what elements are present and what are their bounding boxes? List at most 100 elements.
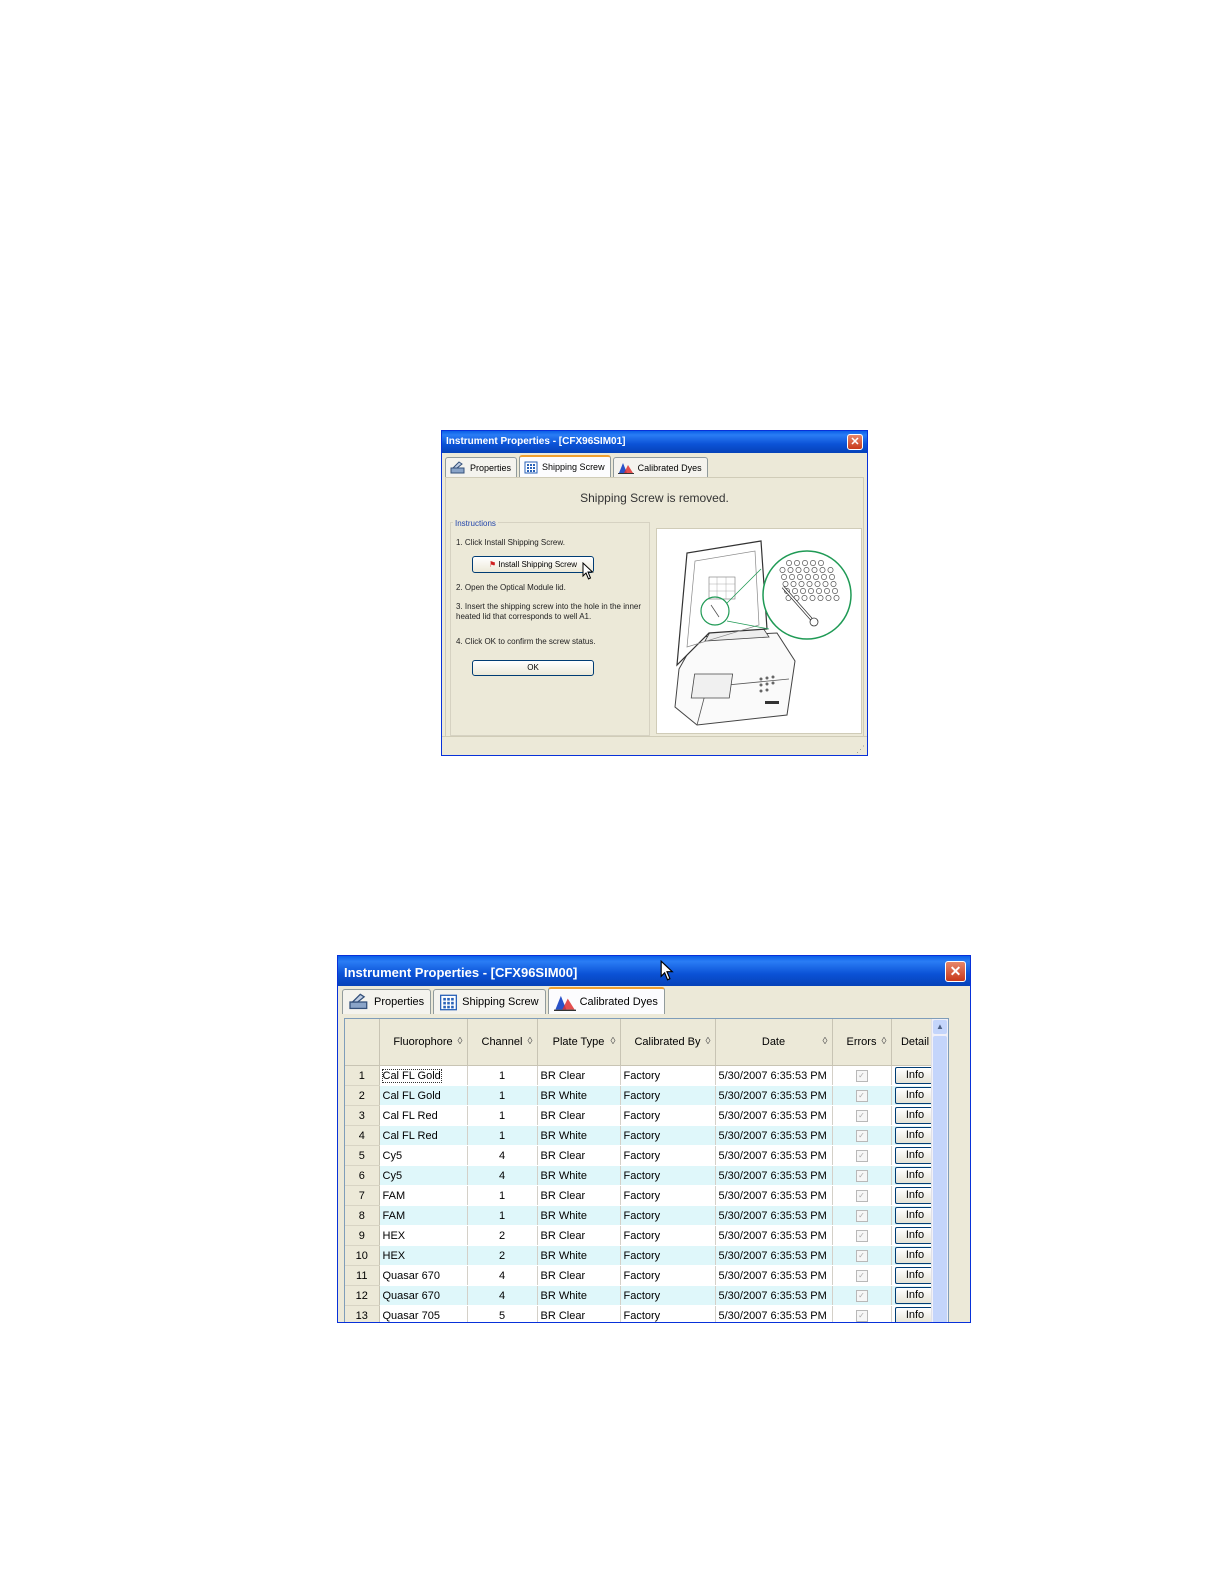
info-button[interactable]: Info	[894, 1167, 936, 1184]
fluorophore-cell[interactable]: Quasar 705	[379, 1305, 468, 1322]
calibrated-by-cell[interactable]: Factory	[620, 1265, 716, 1286]
row-number[interactable]: 6	[345, 1165, 380, 1186]
info-button[interactable]: Info	[894, 1087, 936, 1104]
info-button[interactable]: Info	[894, 1267, 936, 1284]
install-shipping-screw-button[interactable]: ⚑ Install Shipping Screw	[472, 556, 594, 573]
sort-icon[interactable]: ◊	[458, 1036, 463, 1047]
row-number[interactable]: 12	[345, 1285, 380, 1306]
plate-type-cell[interactable]: BR White	[537, 1205, 621, 1226]
date-cell[interactable]: 5/30/2007 6:35:53 PM	[715, 1185, 833, 1206]
plate-type-cell[interactable]: BR Clear	[537, 1265, 621, 1286]
title-bar[interactable]: Instrument Properties - [CFX96SIM00] ✕	[338, 956, 970, 986]
tab-shipping-screw[interactable]: Shipping Screw	[519, 455, 611, 477]
date-cell[interactable]: 5/30/2007 6:35:53 PM	[715, 1105, 833, 1126]
column-header-plate-type[interactable]: Plate Type ◊	[537, 1019, 621, 1066]
channel-cell[interactable]: 1	[467, 1085, 538, 1106]
info-button[interactable]: Info	[894, 1207, 936, 1224]
calibrated-by-cell[interactable]: Factory	[620, 1245, 716, 1266]
date-cell[interactable]: 5/30/2007 6:35:53 PM	[715, 1245, 833, 1266]
date-cell[interactable]: 5/30/2007 6:35:53 PM	[715, 1125, 833, 1146]
date-cell[interactable]: 5/30/2007 6:35:53 PM	[715, 1225, 833, 1246]
calibrated-by-cell[interactable]: Factory	[620, 1105, 716, 1126]
vertical-scrollbar[interactable]: ▲	[931, 1019, 948, 1322]
title-bar[interactable]: Instrument Properties - [CFX96SIM01] ✕	[442, 431, 867, 453]
row-number[interactable]: 7	[345, 1185, 380, 1206]
channel-cell[interactable]: 4	[467, 1145, 538, 1166]
calibrated-by-cell[interactable]: Factory	[620, 1065, 716, 1086]
channel-cell[interactable]: 1	[467, 1125, 538, 1146]
row-number[interactable]: 5	[345, 1145, 380, 1166]
plate-type-cell[interactable]: BR Clear	[537, 1185, 621, 1206]
row-number[interactable]: 10	[345, 1245, 380, 1266]
info-button[interactable]: Info	[894, 1307, 936, 1322]
channel-cell[interactable]: 4	[467, 1265, 538, 1286]
table-row[interactable]: 9 HEX 2 BR Clear Factory 5/30/2007 6:35:53 PM…	[345, 1225, 940, 1246]
fluorophore-cell[interactable]: Cal FL Red	[379, 1125, 468, 1146]
sort-icon[interactable]: ◊	[528, 1036, 533, 1047]
plate-type-cell[interactable]: BR White	[537, 1085, 621, 1106]
fluorophore-cell[interactable]: Cal FL Gold	[379, 1065, 468, 1086]
table-row[interactable]: 1 Cal FL Gold 1 BR Clear Factory 5/30/2007 6:…	[345, 1065, 940, 1086]
calibrated-by-cell[interactable]: Factory	[620, 1225, 716, 1246]
channel-cell[interactable]: 1	[467, 1065, 538, 1086]
table-row[interactable]: 6 Cy5 4 BR White Factory 5/30/2007 6:35:53 PM…	[345, 1165, 940, 1186]
table-row[interactable]: 2 Cal FL Gold 1 BR White Factory 5/30/2007 6:…	[345, 1085, 940, 1106]
sort-icon[interactable]: ◊	[882, 1036, 887, 1047]
fluorophore-cell[interactable]: FAM	[379, 1205, 468, 1226]
date-cell[interactable]: 5/30/2007 6:35:53 PM	[715, 1065, 833, 1086]
ok-button[interactable]: OK	[472, 660, 594, 676]
date-cell[interactable]: 5/30/2007 6:35:53 PM	[715, 1285, 833, 1306]
close-button[interactable]: ✕	[945, 961, 966, 982]
channel-cell[interactable]: 1	[467, 1185, 538, 1206]
column-header-fluorophore[interactable]: Fluorophore ◊	[379, 1019, 468, 1066]
plate-type-cell[interactable]: BR White	[537, 1125, 621, 1146]
plate-type-cell[interactable]: BR White	[537, 1245, 621, 1266]
table-row[interactable]: 12 Quasar 670 4 BR White Factory 5/30/2007 6:…	[345, 1285, 940, 1306]
row-number[interactable]: 3	[345, 1105, 380, 1126]
date-cell[interactable]: 5/30/2007 6:35:53 PM	[715, 1205, 833, 1226]
tab-properties[interactable]: Properties	[445, 457, 518, 477]
date-cell[interactable]: 5/30/2007 6:35:53 PM	[715, 1165, 833, 1186]
calibrated-by-cell[interactable]: Factory	[620, 1185, 716, 1206]
fluorophore-cell[interactable]: Cy5	[379, 1145, 468, 1166]
calibrated-by-cell[interactable]: Factory	[620, 1085, 716, 1106]
calibrated-by-cell[interactable]: Factory	[620, 1305, 716, 1322]
row-number[interactable]: 8	[345, 1205, 380, 1226]
fluorophore-cell[interactable]: HEX	[379, 1245, 468, 1266]
sort-icon[interactable]: ◊	[611, 1036, 616, 1047]
channel-cell[interactable]: 1	[467, 1105, 538, 1126]
info-button[interactable]: Info	[894, 1107, 936, 1124]
sort-icon[interactable]: ◊	[706, 1036, 711, 1047]
plate-type-cell[interactable]: BR Clear	[537, 1145, 621, 1166]
close-button[interactable]: ✕	[847, 434, 863, 450]
fluorophore-cell[interactable]: Cal FL Red	[379, 1105, 468, 1126]
column-header-calibrated-by[interactable]: Calibrated By ◊	[620, 1019, 716, 1066]
calibrated-by-cell[interactable]: Factory	[620, 1125, 716, 1146]
row-number[interactable]: 4	[345, 1125, 380, 1146]
plate-type-cell[interactable]: BR Clear	[537, 1305, 621, 1322]
tab-properties[interactable]: Properties	[342, 989, 432, 1014]
fluorophore-cell[interactable]: Quasar 670	[379, 1265, 468, 1286]
date-cell[interactable]: 5/30/2007 6:35:53 PM	[715, 1145, 833, 1166]
column-header-channel[interactable]: Channel ◊	[467, 1019, 538, 1066]
channel-cell[interactable]: 2	[467, 1225, 538, 1246]
table-row[interactable]: 11 Quasar 670 4 BR Clear Factory 5/30/2007 6:…	[345, 1265, 940, 1286]
table-row[interactable]: 3 Cal FL Red 1 BR Clear Factory 5/30/2007 6:3…	[345, 1105, 940, 1126]
tab-calibrated-dyes[interactable]: Calibrated Dyes	[612, 457, 708, 477]
table-row[interactable]: 5 Cy5 4 BR Clear Factory 5/30/2007 6:35:53 PM…	[345, 1145, 940, 1166]
table-row[interactable]: 4 Cal FL Red 1 BR White Factory 5/30/2007 6:3…	[345, 1125, 940, 1146]
plate-type-cell[interactable]: BR White	[537, 1165, 621, 1186]
info-button[interactable]: Info	[894, 1067, 936, 1084]
info-button[interactable]: Info	[894, 1127, 936, 1144]
resize-grip-icon[interactable]: ⋰	[856, 744, 865, 755]
info-button[interactable]: Info	[894, 1227, 936, 1244]
tab-shipping-screw[interactable]: Shipping Screw	[433, 989, 546, 1014]
channel-cell[interactable]: 2	[467, 1245, 538, 1266]
table-row[interactable]: 13 Quasar 705 5 BR Clear Factory 5/30/2007 6:…	[345, 1305, 940, 1322]
channel-cell[interactable]: 5	[467, 1305, 538, 1322]
scroll-up-icon[interactable]: ▲	[933, 1020, 947, 1034]
channel-cell[interactable]: 4	[467, 1285, 538, 1306]
info-button[interactable]: Info	[894, 1187, 936, 1204]
fluorophore-cell[interactable]: Cal FL Gold	[379, 1085, 468, 1106]
row-number[interactable]: 1	[345, 1065, 380, 1086]
